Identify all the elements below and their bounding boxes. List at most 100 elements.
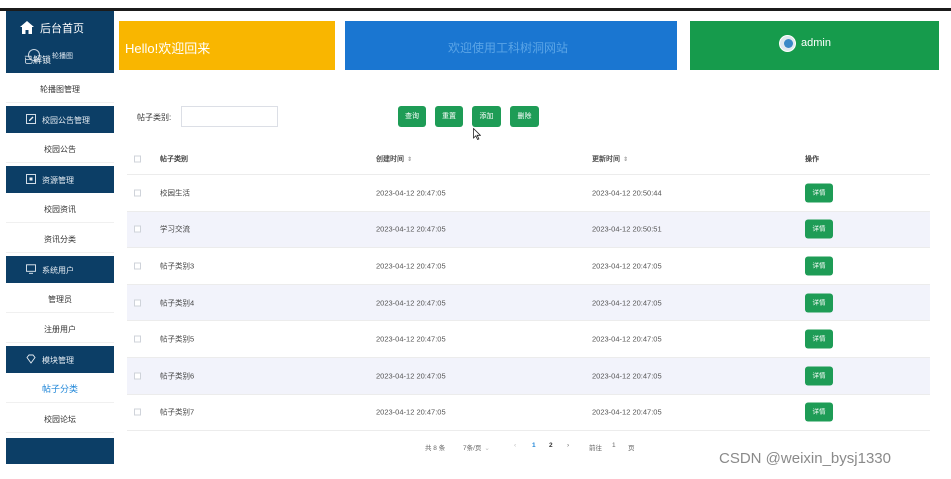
sidebar-group-label: 资源管理 bbox=[42, 176, 74, 185]
sidebar-item-0[interactable]: 轮播图管理 bbox=[6, 76, 114, 103]
delete-button[interactable]: 删除 bbox=[510, 106, 539, 127]
sidebar-group-label: 模块管理 bbox=[42, 356, 74, 365]
page-size-select[interactable]: 7条/页 ⌄ bbox=[463, 442, 490, 452]
reset-button[interactable]: 重置 bbox=[435, 106, 463, 127]
row-checkbox[interactable] bbox=[134, 335, 141, 343]
add-button[interactable]: 添加 bbox=[472, 106, 501, 127]
cell-op: 详情 bbox=[805, 293, 833, 313]
query-button[interactable]: 查询 bbox=[398, 106, 426, 127]
cell-op: 详情 bbox=[805, 402, 833, 422]
detail-button[interactable]: 详情 bbox=[805, 256, 833, 276]
page-size-label: 7条/页 bbox=[463, 445, 482, 452]
home-icon bbox=[20, 21, 34, 34]
diamond-icon bbox=[26, 354, 36, 364]
next-page-button[interactable]: › bbox=[567, 442, 569, 449]
cell-created: 2023-04-12 20:47:05 bbox=[376, 298, 446, 308]
cell-created: 2023-04-12 20:47:05 bbox=[376, 188, 446, 198]
carousel-sub-label: 轮播图 bbox=[52, 53, 73, 60]
detail-button[interactable]: 详情 bbox=[805, 402, 833, 422]
top-border bbox=[0, 8, 951, 11]
search-label: 帖子类别: bbox=[137, 113, 172, 122]
row-checkbox[interactable] bbox=[134, 372, 141, 380]
sidebar-group-1[interactable]: 校园公告管理 bbox=[6, 106, 114, 133]
table-header: 帖子类别 创建时间 ⇕ 更新时间 ⇕ 操作 bbox=[127, 144, 930, 175]
cell-created: 2023-04-12 20:47:05 bbox=[376, 261, 446, 271]
edit-icon bbox=[26, 114, 36, 124]
row-checkbox[interactable] bbox=[134, 408, 141, 416]
detail-button[interactable]: 详情 bbox=[805, 293, 833, 313]
cell-type: 校园生活 bbox=[160, 188, 190, 198]
sidebar-group-9[interactable]: 模块管理 bbox=[6, 346, 114, 373]
cell-op: 详情 bbox=[805, 256, 833, 276]
cell-type: 帖子类别3 bbox=[160, 261, 195, 271]
cell-created: 2023-04-12 20:47:05 bbox=[376, 334, 446, 344]
cell-op: 详情 bbox=[805, 366, 833, 386]
user-banner[interactable]: admin bbox=[690, 21, 939, 70]
mouse-cursor-icon bbox=[473, 128, 481, 140]
detail-button[interactable]: 详情 bbox=[805, 329, 833, 349]
sort-icon[interactable]: ⇕ bbox=[407, 157, 412, 163]
detail-button[interactable]: 详情 bbox=[805, 219, 833, 239]
cell-updated: 2023-04-12 20:47:05 bbox=[592, 261, 662, 271]
site-title: 欢迎使用工科树洞网站 bbox=[448, 41, 569, 55]
sidebar-group-label: 系统用户 bbox=[42, 266, 74, 275]
table-row: 帖子类别3 2023-04-12 20:47:05 2023-04-12 20:47… bbox=[127, 248, 930, 285]
select-all-checkbox[interactable] bbox=[134, 155, 141, 163]
table-row: 帖子类别6 2023-04-12 20:47:05 2023-04-12 20:47… bbox=[127, 357, 930, 395]
detail-button[interactable]: 详情 bbox=[805, 183, 833, 203]
cell-created: 2023-04-12 20:47:05 bbox=[376, 224, 446, 234]
row-checkbox[interactable] bbox=[134, 189, 141, 197]
goto-label: 前往 bbox=[589, 445, 602, 452]
table-row: 帖子类别7 2023-04-12 20:47:05 2023-04-12 20:47… bbox=[127, 395, 930, 432]
sidebar-item-4[interactable]: 校园资讯 bbox=[6, 196, 114, 223]
cell-created: 2023-04-12 20:47:05 bbox=[376, 371, 446, 381]
table-row: 帖子类别5 2023-04-12 20:47:05 2023-04-12 20:47… bbox=[127, 321, 930, 358]
row-checkbox[interactable] bbox=[134, 225, 141, 233]
sidebar-home[interactable]: 后台首页 已解锁 轮播图 bbox=[6, 11, 114, 73]
sidebar-item-11[interactable]: 校园论坛 bbox=[6, 406, 114, 433]
header-op: 操作 bbox=[805, 156, 819, 163]
username[interactable]: admin bbox=[801, 37, 831, 49]
cell-updated: 2023-04-12 20:47:05 bbox=[592, 371, 662, 381]
welcome-text: Hello!欢迎回来 bbox=[125, 41, 211, 56]
watermark: CSDN @weixin_bysj1330 bbox=[719, 450, 891, 467]
sort-icon[interactable]: ⇕ bbox=[623, 157, 628, 163]
cell-created: 2023-04-12 20:47:05 bbox=[376, 407, 446, 417]
detail-button[interactable]: 详情 bbox=[805, 366, 833, 386]
sidebar-group-3[interactable]: 资源管理 bbox=[6, 166, 114, 193]
header-updated[interactable]: 更新时间 ⇕ bbox=[592, 154, 628, 164]
cell-updated: 2023-04-12 20:47:05 bbox=[592, 298, 662, 308]
prev-page-button[interactable]: ‹ bbox=[514, 442, 516, 449]
sidebar-item-10[interactable]: 帖子分类 bbox=[6, 376, 114, 403]
sidebar-item-8[interactable]: 注册用户 bbox=[6, 316, 114, 343]
avatar[interactable] bbox=[779, 35, 796, 52]
cell-type: 帖子类别6 bbox=[160, 371, 195, 381]
table-body: 校园生活 2023-04-12 20:47:05 2023-04-12 20:50:… bbox=[127, 175, 930, 432]
row-checkbox[interactable] bbox=[134, 262, 141, 270]
home-title: 后台首页 bbox=[40, 23, 84, 35]
welcome-banner: Hello!欢迎回来 bbox=[119, 21, 335, 70]
goto-page-input[interactable]: 1 bbox=[612, 442, 616, 449]
search-input[interactable] bbox=[181, 106, 278, 127]
sidebar-item-2[interactable]: 校园公告 bbox=[6, 136, 114, 163]
cell-updated: 2023-04-12 20:50:44 bbox=[592, 188, 662, 198]
data-table: 帖子类别 创建时间 ⇕ 更新时间 ⇕ 操作 校园生活 2023-04-12 20:47… bbox=[127, 144, 930, 432]
header-type: 帖子类别 bbox=[160, 156, 188, 163]
table-row: 学习交流 2023-04-12 20:47:05 2023-04-12 20:50:… bbox=[127, 211, 930, 249]
cell-updated: 2023-04-12 20:47:05 bbox=[592, 334, 662, 344]
page-1-button[interactable]: 1 bbox=[532, 442, 536, 449]
sidebar-item-5[interactable]: 资讯分类 bbox=[6, 226, 114, 253]
header-created-label: 创建时间 bbox=[376, 156, 404, 163]
box-icon bbox=[26, 174, 36, 184]
cell-updated: 2023-04-12 20:47:05 bbox=[592, 407, 662, 417]
header-created[interactable]: 创建时间 ⇕ bbox=[376, 154, 412, 164]
sidebar-group-label: 校园公告管理 bbox=[42, 116, 90, 125]
cell-type: 帖子类别7 bbox=[160, 407, 195, 417]
cell-type: 帖子类别4 bbox=[160, 298, 195, 308]
page-2-button[interactable]: 2 bbox=[549, 442, 553, 449]
row-checkbox[interactable] bbox=[134, 299, 141, 307]
header-updated-label: 更新时间 bbox=[592, 156, 620, 163]
cell-op: 详情 bbox=[805, 183, 833, 203]
sidebar-item-7[interactable]: 管理员 bbox=[6, 286, 114, 313]
sidebar-group-6[interactable]: 系统用户 bbox=[6, 256, 114, 283]
